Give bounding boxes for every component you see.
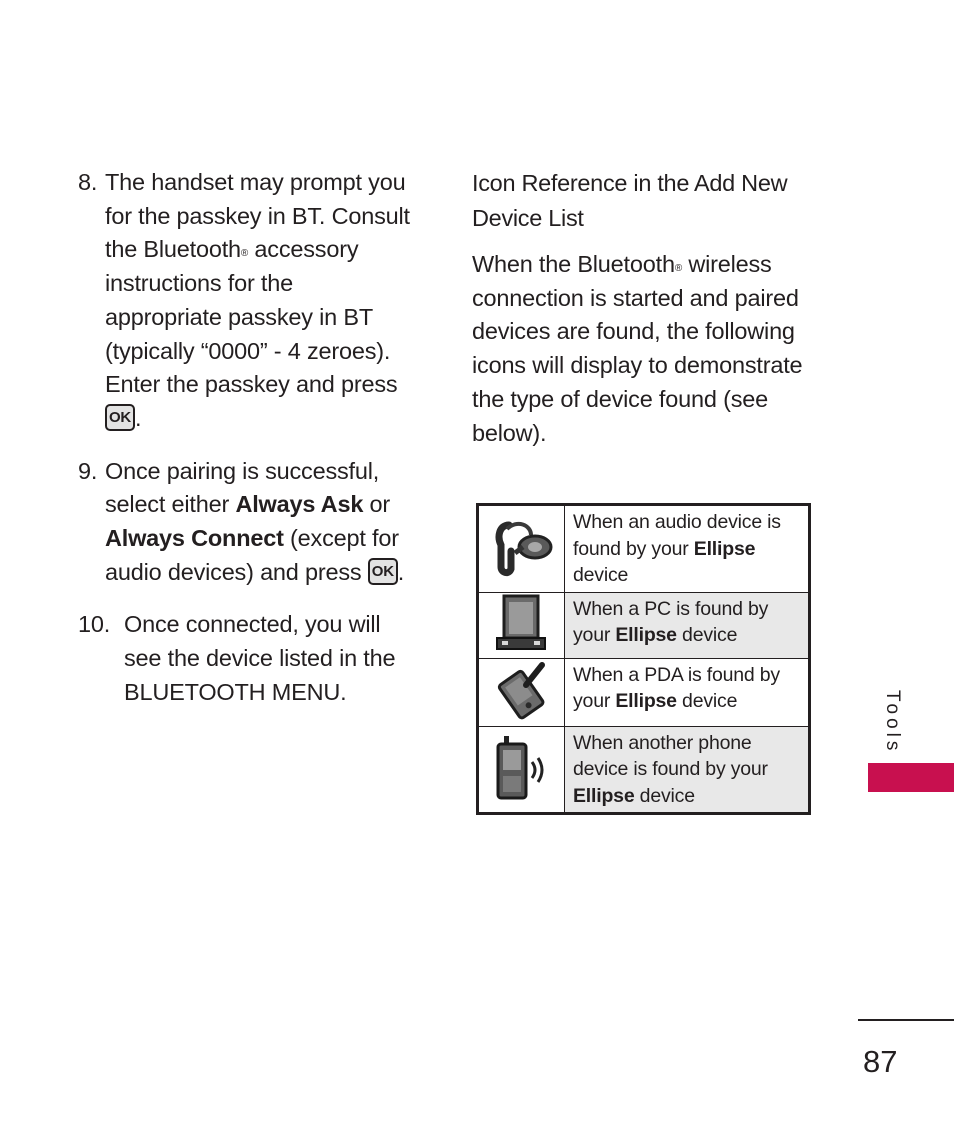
step-text: select either Always Ask or <box>105 488 428 522</box>
step-text: Enter the passkey and press <box>105 371 398 398</box>
step-text: Once connected, you will <box>124 611 381 638</box>
para-line: below). <box>472 419 547 446</box>
step-text: appropriate passkey in BT <box>105 303 374 330</box>
para-line: devices are found, the following <box>472 318 795 345</box>
page-number-rule <box>858 1019 954 1021</box>
device-name: Ellipse <box>573 784 635 807</box>
icon-cell <box>477 504 565 593</box>
step-number: 9. <box>78 457 98 484</box>
table-row: When a PDA is found by your Ellipse devi… <box>477 657 810 727</box>
para-line: icons will display to demonstrate <box>472 352 803 379</box>
step-text: Always Connect (except for <box>105 522 428 556</box>
text-fragment: accessory <box>254 236 359 263</box>
icon-reference-column: Icon Reference in the Add New Device Lis… <box>472 166 817 450</box>
text-fragment: audio devices) and press <box>105 558 368 585</box>
step-text: instructions for the <box>105 270 294 297</box>
step-text: (typically “0000” - 4 zeroes). <box>105 337 391 364</box>
section-heading: Icon Reference in the Add New Device Lis… <box>472 166 817 236</box>
page-number: 87 <box>863 1044 898 1079</box>
step-8: 8. The handset may prompt you for the pa… <box>78 166 428 436</box>
text-fragment: When another phone device is found by yo… <box>573 731 768 781</box>
device-name: Ellipse <box>693 537 756 560</box>
icon-cell <box>477 591 565 659</box>
text-fragment: device <box>676 690 738 712</box>
text-fragment: device <box>634 784 695 807</box>
step-text: audio devices) and press OK. <box>105 556 428 590</box>
device-name: Ellipse <box>615 690 677 712</box>
step-text: Once pairing is successful, <box>105 457 380 484</box>
text-fragment: the Bluetooth <box>105 236 241 263</box>
ok-key-icon: OK <box>105 404 135 432</box>
table-row: When another phone device is found by yo… <box>477 725 810 814</box>
ok-key-icon: OK <box>367 558 398 586</box>
audio-device-icon <box>495 521 552 577</box>
pda-icon <box>497 661 545 719</box>
icon-description: When a PC is found by your Ellipse devic… <box>564 591 810 659</box>
step-text: The handset may prompt you <box>105 169 406 195</box>
text-fragment: wireless <box>682 251 772 277</box>
section-tab-label: Tools <box>868 690 908 760</box>
para-line: connection is started and paired <box>472 284 799 311</box>
step-text: BLUETOOTH MENU. <box>124 678 347 705</box>
step-number: 8. <box>78 169 98 195</box>
step-text: see the device listed in the <box>124 645 396 672</box>
device-name: Ellipse <box>615 624 677 646</box>
text-fragment: . <box>135 404 142 431</box>
text-fragment: device <box>676 624 738 646</box>
text-fragment: or <box>363 491 391 518</box>
text-fragment: When the Bluetooth <box>472 251 675 277</box>
intro-paragraph: When the Bluetooth® wireless connection … <box>472 248 817 450</box>
icon-cell <box>477 657 565 727</box>
table-row: When a PC is found by your Ellipse devic… <box>477 591 810 659</box>
text-fragment: . <box>397 558 405 585</box>
step-9: 9. Once pairing is successful, select ei… <box>78 455 428 590</box>
text-fragment: device <box>573 564 629 586</box>
icon-description: When a PDA is found by your Ellipse devi… <box>564 657 810 727</box>
section-tab-marker <box>868 763 954 792</box>
step-text: OK. <box>105 402 428 436</box>
icon-description: When an audio device is found by your El… <box>564 504 810 593</box>
icon-cell <box>477 725 565 814</box>
option-always-ask: Always Ask <box>235 491 364 518</box>
option-always-connect: Always Connect <box>105 525 284 552</box>
step-text: for the passkey in BT. Consult <box>105 202 410 229</box>
instructions-column: 8. The handset may prompt you for the pa… <box>78 166 428 729</box>
heading-line: Icon Reference in the Add New <box>472 170 788 196</box>
registered-mark: ® <box>674 263 682 274</box>
para-line: the type of device found (see <box>472 385 768 412</box>
icon-reference-table: When an audio device is found by your El… <box>476 503 811 815</box>
registered-mark: ® <box>240 248 249 260</box>
step-number: 10. <box>78 611 111 638</box>
table-row: When an audio device is found by your El… <box>477 504 810 593</box>
section-label-text: Tools <box>882 690 903 755</box>
heading-line: Device List <box>472 205 584 231</box>
phone-icon <box>496 735 543 800</box>
text-fragment: (except for <box>283 525 399 552</box>
icon-description: When another phone device is found by yo… <box>564 725 810 814</box>
step-text: the Bluetooth® accessory <box>105 233 428 267</box>
para-line: When the Bluetooth® wireless <box>472 248 817 282</box>
pc-icon <box>495 594 546 650</box>
text-fragment: select either <box>105 491 236 518</box>
step-10: 10. Once connected, you will see the dev… <box>78 608 428 709</box>
